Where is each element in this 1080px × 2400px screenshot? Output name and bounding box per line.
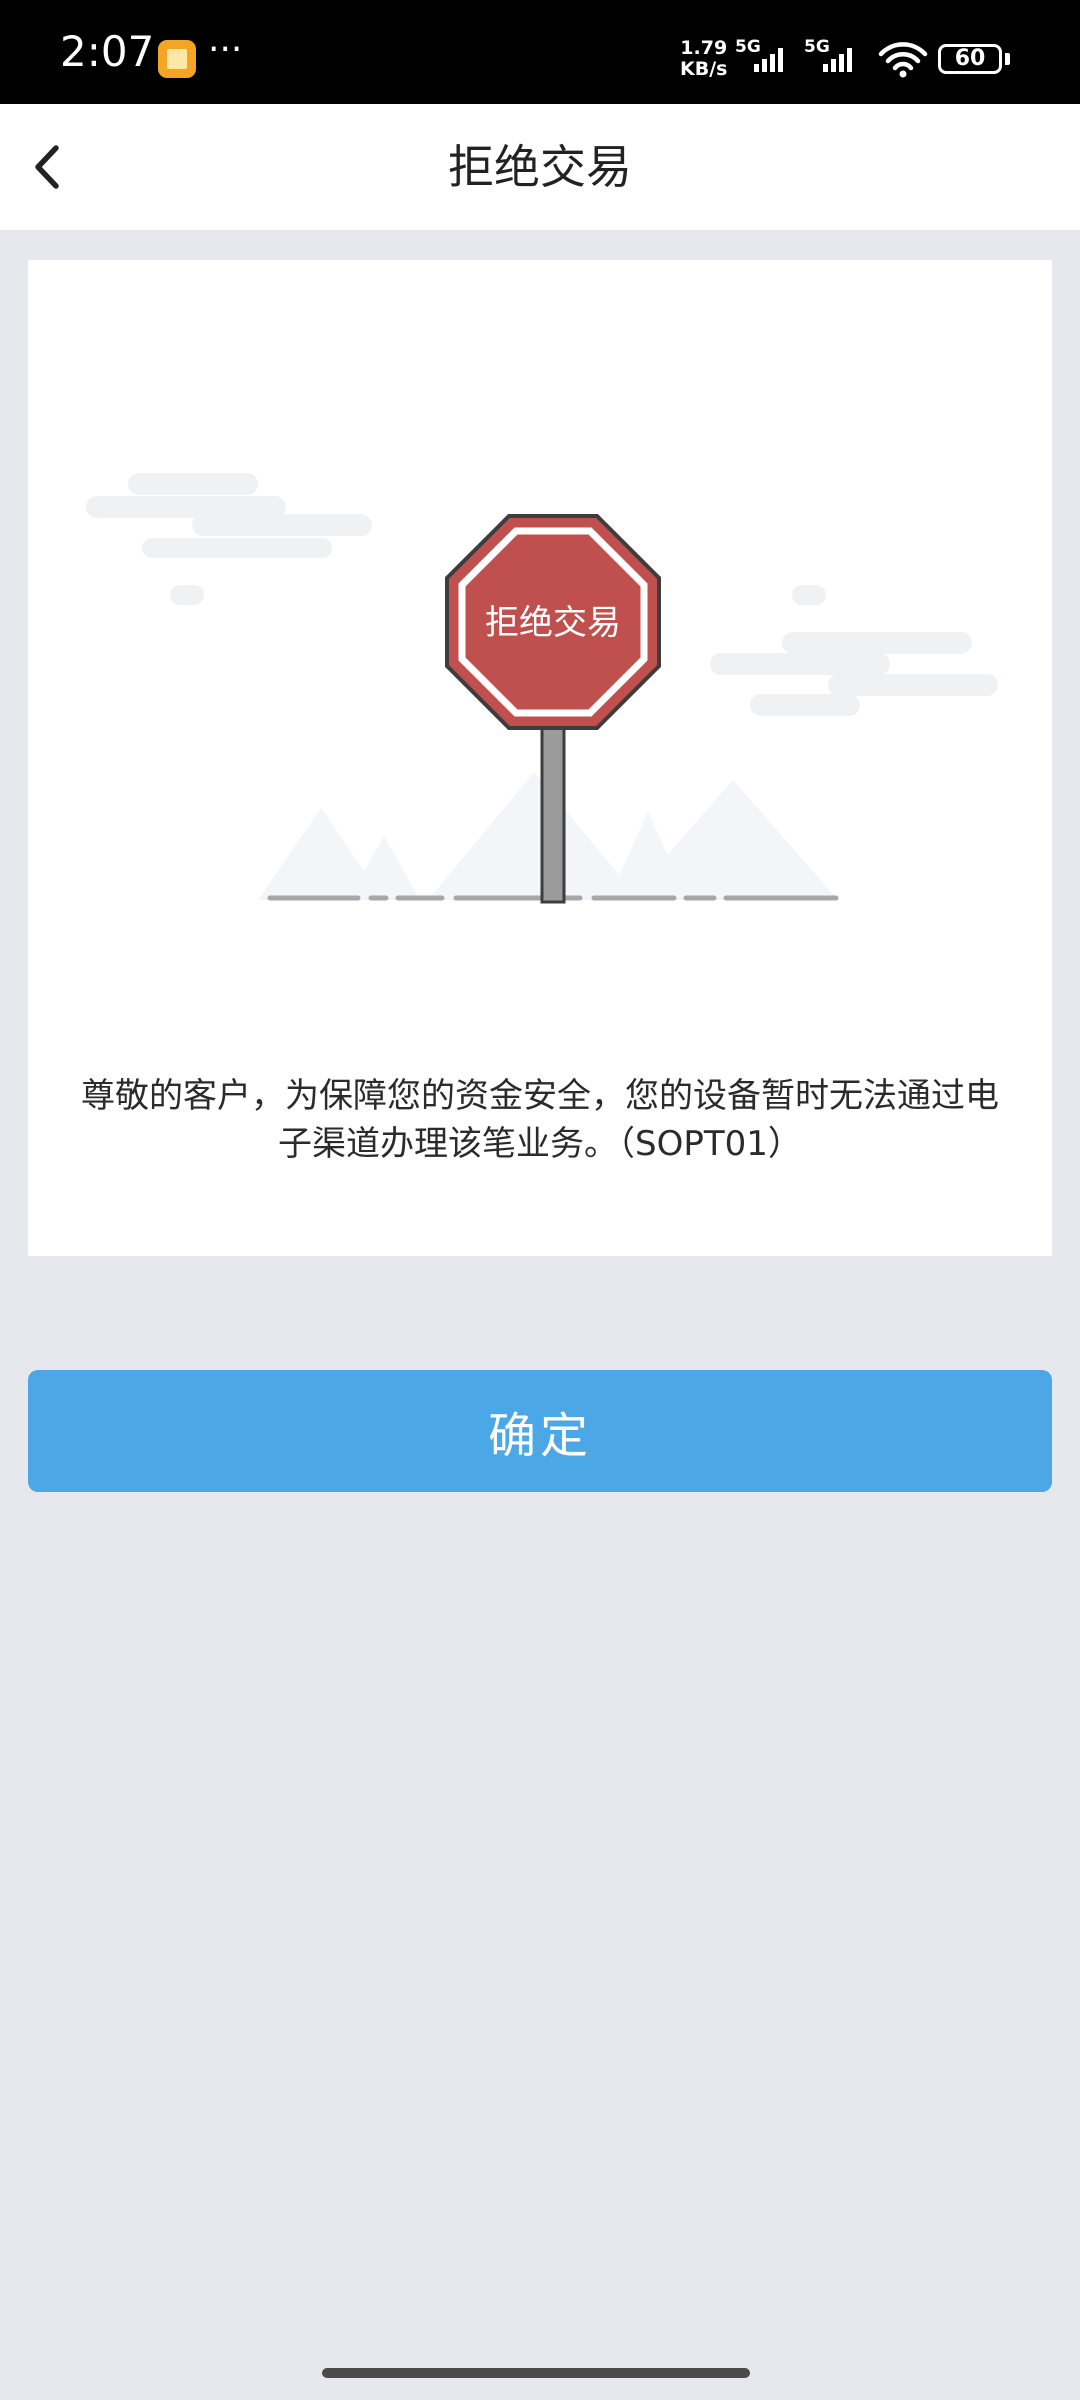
chevron-left-icon	[35, 145, 59, 189]
cloud-left	[86, 473, 372, 605]
stop-sign-illustration: 拒绝交易	[86, 473, 998, 904]
network-speed: 1.79 KB/s	[680, 38, 727, 80]
status-icons: 5G 5G	[732, 34, 932, 88]
notification-app-icon	[158, 40, 196, 78]
sign-pole	[540, 724, 566, 904]
more-notifications-icon: ···	[208, 29, 243, 70]
wifi-icon	[878, 42, 928, 78]
battery-level: 60	[938, 44, 1002, 74]
stop-sign-text: 拒绝交易	[485, 603, 621, 643]
confirm-button[interactable]: 确定	[28, 1370, 1052, 1492]
content-card: 拒绝交易 尊敬的客户，为保障您的资金安全，您的设备暂时无法通过电子渠道办理该笔业…	[28, 260, 1052, 1256]
status-bar: 2:07 ··· 1.79 KB/s 5G 5G 60	[0, 0, 1080, 104]
nav-bar: 拒绝交易	[0, 104, 1080, 230]
signal-icon-2: 5G	[804, 37, 852, 72]
page-title: 拒绝交易	[448, 140, 632, 194]
back-button[interactable]	[28, 134, 88, 200]
battery-icon: 60	[938, 44, 1010, 74]
cloud-right	[710, 585, 998, 716]
network-speed-value: 1.79	[680, 37, 728, 59]
home-indicator[interactable]	[322, 2368, 750, 2378]
network-type-1: 5G	[735, 37, 761, 57]
signal-icon-1: 5G	[735, 37, 783, 72]
network-speed-unit: KB/s	[680, 58, 728, 80]
status-time: 2:07	[60, 27, 155, 76]
network-type-2: 5G	[804, 37, 830, 57]
rejection-message: 尊敬的客户，为保障您的资金安全，您的设备暂时无法通过电子渠道办理该笔业务。（SO…	[81, 1076, 999, 1164]
stop-sign: 拒绝交易	[445, 514, 661, 730]
